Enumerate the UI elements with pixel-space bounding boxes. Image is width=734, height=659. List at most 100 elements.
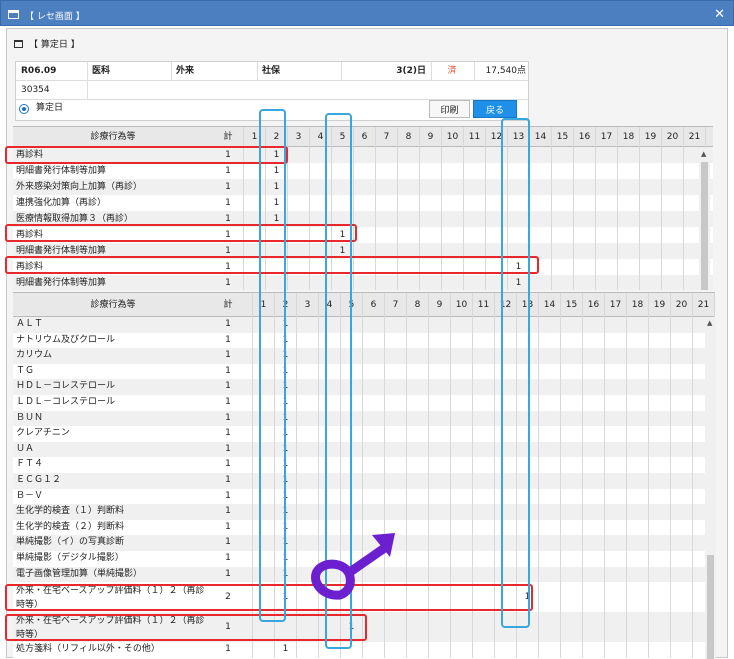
day-cell: [560, 348, 582, 364]
day-cell: [617, 211, 639, 227]
day-cell: [463, 211, 485, 227]
column-header-day: 18: [617, 127, 639, 147]
day-cell: [428, 642, 450, 658]
scroll-thumb[interactable]: [701, 162, 708, 290]
day-cell: [573, 195, 595, 211]
day-cell: [362, 426, 384, 442]
row-name: 連携強化加算（再診）: [16, 198, 107, 208]
table-row[interactable]: 明細書発行体制等加算 1 1: [13, 163, 713, 179]
day-cell: [626, 504, 648, 520]
table-row[interactable]: 処方箋料（リフィル以外・その他） 1 1: [13, 642, 715, 658]
table-row[interactable]: 連携強化加算（再診） 1 1: [13, 195, 713, 211]
day-cell: [428, 457, 450, 473]
day-cell: [573, 163, 595, 179]
row-total: 1: [225, 428, 231, 439]
day-cell: [617, 243, 639, 259]
scroll-up-icon[interactable]: ▲: [701, 150, 706, 158]
day-cell: [472, 348, 494, 364]
day-cell: [472, 488, 494, 505]
day-cell: [582, 395, 604, 411]
column-header-day: 10: [441, 127, 463, 147]
day-cell: [384, 642, 406, 658]
calc-date-radio[interactable]: [19, 104, 29, 114]
day-cell: [648, 441, 670, 458]
table-row[interactable]: ＦＴ４ 1 1: [13, 457, 715, 473]
day-cell: [604, 426, 626, 442]
day-cell: [362, 363, 384, 380]
column-header-day: 21: [692, 293, 714, 317]
day-cell: [428, 410, 450, 427]
day-cell: [384, 488, 406, 505]
table-row[interactable]: 明細書発行体制等加算 1 1: [13, 275, 713, 290]
day-cell: [397, 227, 419, 243]
day-cell: [375, 147, 397, 163]
day-cell: [639, 275, 661, 290]
print-button[interactable]: 印刷: [429, 100, 470, 118]
table-row[interactable]: ＡＬＴ 1 1: [13, 317, 715, 333]
day-cell: [560, 457, 582, 473]
day-cell: [362, 473, 384, 489]
table-row[interactable]: Ｂ－Ｖ 1 1: [13, 488, 715, 505]
day-cell: [626, 348, 648, 364]
day-cell: [397, 195, 419, 211]
upper-scrollbar[interactable]: ▲: [699, 148, 710, 290]
close-icon[interactable]: ✕: [714, 7, 725, 22]
day-cell: [296, 441, 318, 458]
day-cell: [529, 211, 551, 227]
column-header-day: 7: [384, 293, 406, 317]
day-cell: [472, 317, 494, 333]
highlight-box: [5, 146, 288, 164]
day-cell: [626, 317, 648, 333]
day-cell: [397, 211, 419, 227]
day-cell: [362, 457, 384, 473]
table-row[interactable]: 生化学的検査（１）判断料 1 1: [13, 504, 715, 520]
table-row[interactable]: ＢＵＮ 1 1: [13, 410, 715, 427]
table-row[interactable]: ＬＤＬ－コレステロール 1 1: [13, 395, 715, 411]
day-cell: [639, 195, 661, 211]
day-cell: [604, 441, 626, 458]
visit-days: 3(2)日: [396, 66, 426, 76]
day-cell: [428, 332, 450, 349]
day-cell: [428, 348, 450, 364]
day-cell: [560, 582, 582, 613]
column-header-day: 2: [714, 293, 715, 317]
row-name: ＢＵＮ: [16, 412, 44, 423]
day-cell: [670, 551, 692, 567]
day-cell: [595, 163, 617, 179]
back-button[interactable]: 戻る: [473, 100, 517, 118]
table-row[interactable]: ＥＣＧ１２ 1 1: [13, 473, 715, 489]
lower-scrollbar[interactable]: ▲: [705, 317, 716, 659]
day-cell: [296, 348, 318, 364]
day-cell: [551, 259, 573, 275]
day-cell: [648, 504, 670, 520]
table-row[interactable]: ＵＡ 1 1: [13, 441, 715, 458]
day-cell: [406, 348, 428, 364]
table-row[interactable]: ナトリウム及びクロール 1 1: [13, 332, 715, 349]
table-row[interactable]: 外来感染対策向上加算（再診） 1 1: [13, 179, 713, 195]
day-cell: [648, 317, 670, 333]
day-cell: [626, 363, 648, 380]
day-cell: [551, 163, 573, 179]
day-cell: [560, 566, 582, 583]
day-cell: [296, 488, 318, 505]
day-cell: [353, 275, 375, 290]
day-cell: [472, 441, 494, 458]
day-cell: [670, 426, 692, 442]
row-name: ＦＴ４: [16, 459, 44, 470]
scroll-up-icon[interactable]: ▲: [707, 319, 712, 327]
day-cell: [472, 379, 494, 395]
day-cell: [648, 332, 670, 349]
day-cell: [384, 395, 406, 411]
scroll-thumb[interactable]: [707, 555, 714, 659]
table-row[interactable]: クレアチニン 1 1: [13, 426, 715, 442]
day-cell: [670, 348, 692, 364]
day-cell: [428, 519, 450, 536]
row-total: 1: [225, 319, 231, 329]
table-row[interactable]: ＴＧ 1 1: [13, 363, 715, 380]
day-cell: [516, 642, 538, 658]
day-cell: [362, 504, 384, 520]
day-cell: [582, 566, 604, 583]
table-row[interactable]: ＨＤＬ－コレステロール 1 1: [13, 379, 715, 395]
table-row[interactable]: カリウム 1 1: [13, 348, 715, 364]
day-cell: [529, 179, 551, 195]
